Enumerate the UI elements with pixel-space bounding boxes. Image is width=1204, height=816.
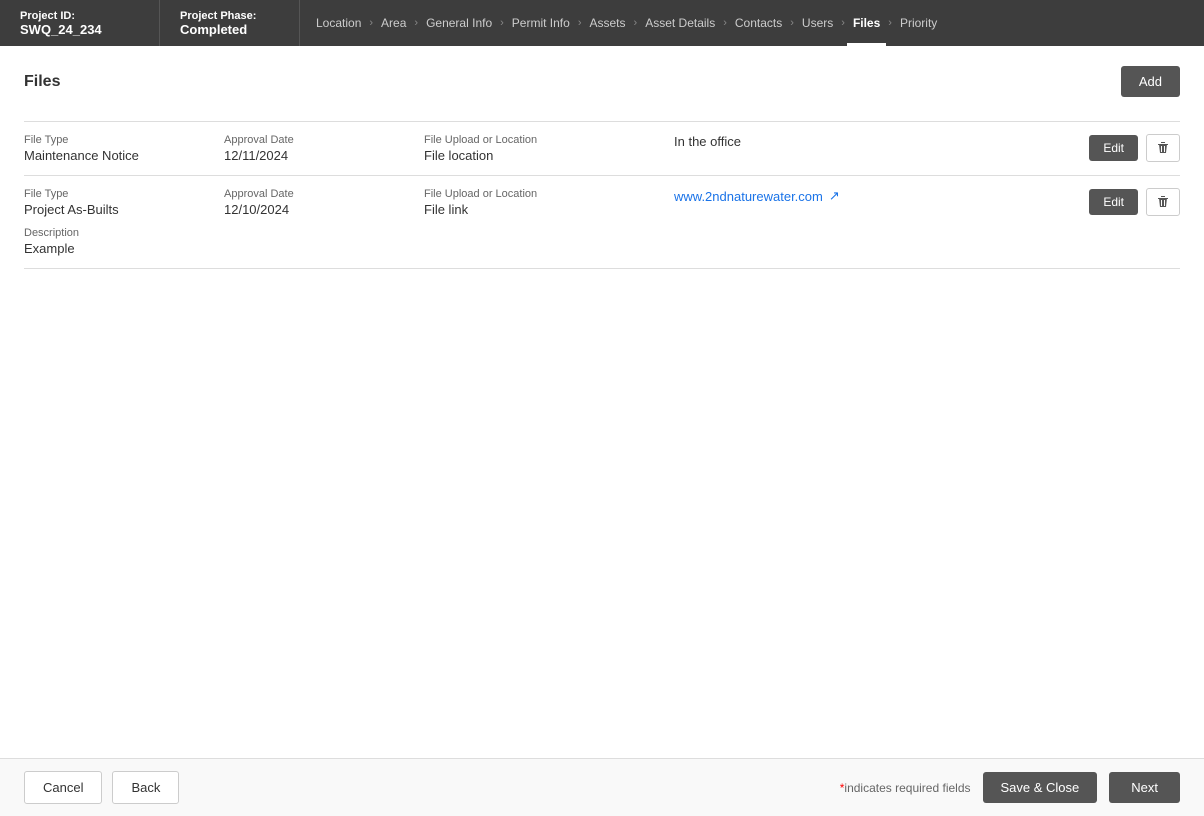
nav-item-priority[interactable]: Priority [894,0,943,46]
upload-location-label-2: File Upload or Location [424,188,674,200]
nav-item-assets[interactable]: Assets [584,0,632,46]
description-row-2: Description Example [24,227,1180,256]
external-link-icon-2[interactable]: ↗ [829,188,840,204]
approval-date-value-1: 12/11/2024 [224,148,424,163]
phase-value: Completed [180,22,279,37]
nav-chevron-6: › [723,17,727,29]
file-type-value-2: Project As-Builts [24,202,224,217]
approval-date-col-2: Approval Date 12/10/2024 [224,188,424,217]
file-row-1: File Type Maintenance Notice Approval Da… [24,121,1180,175]
location-link-row-2: www.2ndnaturewater.com ↗ [674,188,1073,204]
location-col-1: In the office [674,134,1073,149]
project-id-value: SWQ_24_234 [20,22,139,37]
nav-item-permit-info[interactable]: Permit Info [506,0,576,46]
approval-date-value-2: 12/10/2024 [224,202,424,217]
nav-chevron-5: › [634,17,638,29]
nav-item-area[interactable]: Area [375,0,412,46]
actions-col-1: Edit [1089,134,1180,162]
nav-item-location[interactable]: Location [310,0,367,46]
description-value-2: Example [24,241,1180,256]
bottom-divider [24,268,1180,269]
nav-chevron-8: › [841,17,845,29]
trash-icon-1 [1155,140,1171,156]
upload-location-value-2: File link [424,202,674,217]
back-button[interactable]: Back [112,771,179,804]
file-row-2: File Type Project As-Builts Approval Dat… [24,175,1180,268]
nav-chevron-7: › [790,17,794,29]
nav-chevron-1: › [369,17,373,29]
footer: Cancel Back *indicates required fields S… [0,758,1204,816]
section-header: Files Add [24,66,1180,105]
nav-item-asset-details[interactable]: Asset Details [639,0,721,46]
file-type-label-2: File Type [24,188,224,200]
approval-date-label-2: Approval Date [224,188,424,200]
file-row-2-meta: File Type Project As-Builts Approval Dat… [24,188,1180,217]
edit-button-1[interactable]: Edit [1089,135,1138,161]
file-type-col-2: File Type Project As-Builts [24,188,224,217]
section-title: Files [24,73,60,91]
description-label-2: Description [24,227,1180,239]
trash-icon-2 [1155,194,1171,210]
location-col-2: www.2ndnaturewater.com ↗ [674,188,1073,204]
nav-chevron-3: › [500,17,504,29]
edit-button-2[interactable]: Edit [1089,189,1138,215]
required-note: *indicates required fields [840,781,971,795]
nav-item-contacts[interactable]: Contacts [729,0,788,46]
upload-location-label-1: File Upload or Location [424,134,674,146]
save-close-button[interactable]: Save & Close [983,772,1098,803]
nav-item-users[interactable]: Users [796,0,839,46]
upload-location-col-2: File Upload or Location File link [424,188,674,217]
footer-right: *indicates required fields Save & Close … [840,772,1180,803]
nav-chevron-4: › [578,17,582,29]
project-id-section: Project ID: SWQ_24_234 [0,0,160,46]
file-type-col-1: File Type Maintenance Notice [24,134,224,163]
cancel-button[interactable]: Cancel [24,771,102,804]
nav-bar: Location›Area›General Info›Permit Info›A… [300,0,1204,46]
project-phase-section: Project Phase: Completed [160,0,300,46]
actions-col-2: Edit [1089,188,1180,216]
required-note-text: indicates required fields [844,781,970,795]
header: Project ID: SWQ_24_234 Project Phase: Co… [0,0,1204,46]
nav-item-files[interactable]: Files [847,0,886,46]
file-row-1-meta: File Type Maintenance Notice Approval Da… [24,134,1180,163]
nav-chevron-9: › [888,17,892,29]
location-link-2[interactable]: www.2ndnaturewater.com [674,189,823,204]
add-button[interactable]: Add [1121,66,1180,97]
delete-button-2[interactable] [1146,188,1180,216]
nav-chevron-2: › [414,17,418,29]
project-id-label: Project ID: [20,10,139,22]
next-button[interactable]: Next [1109,772,1180,803]
approval-date-col-1: Approval Date 12/11/2024 [224,134,424,163]
approval-date-label-1: Approval Date [224,134,424,146]
phase-label: Project Phase: [180,10,279,22]
footer-left: Cancel Back [24,771,179,804]
delete-button-1[interactable] [1146,134,1180,162]
upload-location-value-1: File location [424,148,674,163]
main-content: Files Add File Type Maintenance Notice A… [0,46,1204,758]
location-value-1: In the office [674,134,1073,149]
nav-item-general-info[interactable]: General Info [420,0,498,46]
file-type-value-1: Maintenance Notice [24,148,224,163]
file-type-label-1: File Type [24,134,224,146]
upload-location-col-1: File Upload or Location File location [424,134,674,163]
